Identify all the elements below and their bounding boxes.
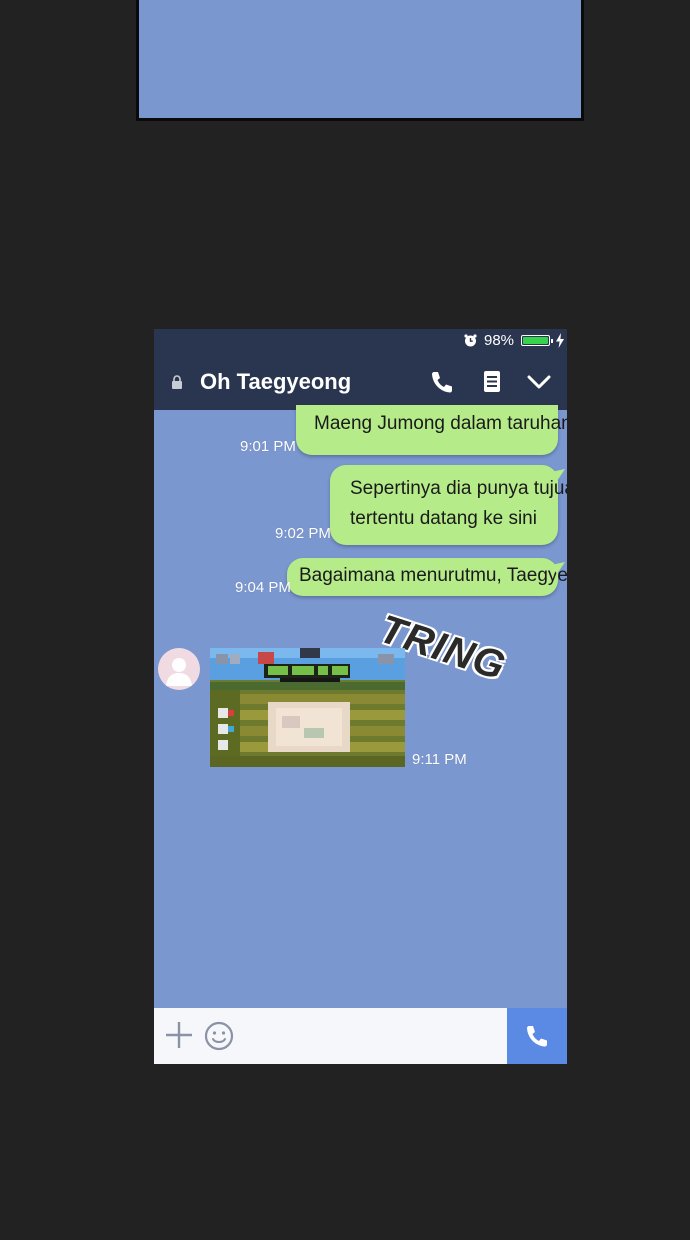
alarm-clock-icon	[464, 334, 477, 347]
phone-icon	[527, 1026, 547, 1047]
outgoing-message-bubble[interactable]: Sepertinya dia punya tujuan tertentu dat…	[330, 465, 567, 545]
phone-icon[interactable]	[429, 369, 455, 395]
message-timestamp: 9:02 PM	[275, 525, 331, 542]
message-text: Maeng Jumong dalam taruhan.	[314, 413, 567, 434]
message-timestamp: 9:01 PM	[240, 438, 296, 455]
emoji-icon[interactable]	[204, 1021, 234, 1051]
avatar[interactable]	[158, 648, 200, 690]
notes-icon[interactable]	[479, 369, 505, 395]
contact-name: Oh Taegyeong	[200, 369, 352, 394]
outgoing-message-bubble[interactable]: Bagaimana menurutmu, Taegyeong?	[287, 558, 567, 596]
lock-icon	[172, 375, 182, 389]
message-text: Bagaimana menurutmu, Taegyeong?	[299, 565, 567, 586]
message-timestamp: 9:04 PM	[235, 579, 291, 596]
image-message[interactable]	[210, 648, 405, 767]
call-button[interactable]	[507, 1008, 567, 1064]
phone-screen: 98% Oh Taegyeong Maeng Jumong dalam taru…	[154, 329, 567, 1064]
comic-page: 98% Oh Taegyeong Maeng Jumong dalam taru…	[0, 0, 690, 1240]
message-text-line: Sepertinya dia punya tujuan	[350, 478, 567, 499]
chevron-down-icon[interactable]	[526, 369, 552, 395]
plus-icon[interactable]	[165, 1021, 193, 1049]
top-panel	[136, 0, 584, 121]
chat-header: Oh Taegyeong	[154, 353, 567, 410]
status-bar: 98%	[154, 329, 567, 353]
battery-percent: 98%	[484, 332, 515, 349]
message-text-line: tertentu datang ke sini	[350, 508, 537, 529]
person-icon	[166, 658, 192, 686]
lightning-bolt-icon	[556, 333, 564, 348]
outgoing-message-bubble[interactable]: Maeng Jumong dalam taruhan.	[296, 405, 567, 455]
battery-icon	[521, 335, 553, 346]
message-input-bar	[154, 1008, 567, 1064]
battery-level-fill	[523, 337, 548, 344]
pixelated-game-screenshot	[210, 648, 405, 767]
message-timestamp: 9:11 PM	[412, 751, 467, 768]
